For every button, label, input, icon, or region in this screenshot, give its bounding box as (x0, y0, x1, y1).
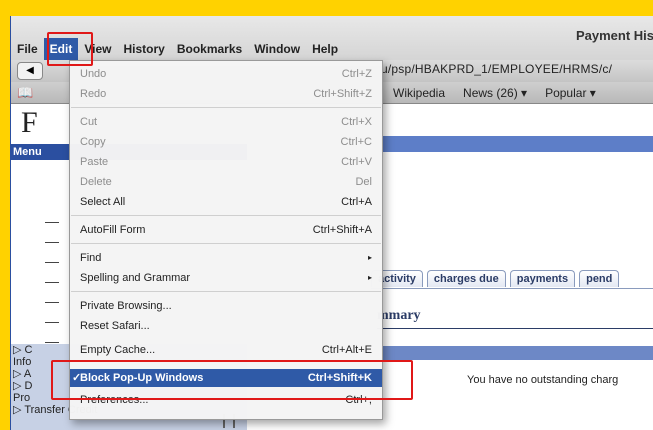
menu-item-find[interactable]: Find ▸ (70, 249, 382, 267)
menu-item-shortcut: Ctrl+C (340, 136, 372, 148)
tab-underline (371, 288, 653, 289)
menu-item-shortcut: Ctrl+Shift+Z (313, 88, 372, 100)
nav-tree-dash (45, 322, 59, 323)
menu-item-undo[interactable]: Undo Ctrl+Z (70, 65, 382, 83)
nav-tree-dash (45, 242, 59, 243)
submenu-arrow-icon: ▸ (367, 253, 372, 262)
window-title: Payment His (575, 28, 653, 43)
menu-item-paste[interactable]: Paste Ctrl+V (70, 153, 382, 171)
menu-file[interactable]: File (11, 38, 44, 60)
menu-item-label: Find (80, 252, 102, 264)
menu-items: File Edit View History Bookmarks Window … (11, 38, 344, 60)
tab-payments[interactable]: payments (509, 270, 576, 287)
menu-item-copy[interactable]: Copy Ctrl+C (70, 133, 382, 151)
tab-strip: activity charges due payments pend (371, 270, 620, 287)
menu-item-label: Reset Safari... (80, 320, 150, 332)
menu-item-preferences[interactable]: Preferences... Ctrl+, (70, 391, 382, 409)
bookmarks-book-icon[interactable]: 📖 (17, 85, 33, 101)
menu-item-shortcut: Ctrl+Alt+E (321, 344, 372, 356)
menu-item-label: Empty Cache... (80, 344, 156, 356)
submenu-arrow-icon: ▸ (367, 273, 372, 282)
nav-tree-dash (45, 262, 59, 263)
menu-help[interactable]: Help (306, 38, 344, 60)
menu-item-shortcut: Ctrl+Shift+A (312, 224, 372, 236)
summary-divider (377, 328, 653, 329)
menu-item-private-browsing[interactable]: Private Browsing... (70, 297, 382, 315)
menu-separator (71, 243, 381, 244)
nav-tree-dash (45, 222, 59, 223)
bookmark-list: Wikipedia News (26) ▾ Popular ▾ (393, 86, 596, 100)
menu-item-spelling-grammar[interactable]: Spelling and Grammar ▸ (70, 269, 382, 287)
menu-edit[interactable]: Edit (43, 38, 79, 60)
menu-item-shortcut: Ctrl+Z (341, 68, 372, 80)
menu-item-shortcut: Ctrl+Shift+K (307, 372, 372, 384)
menu-item-cut[interactable]: Cut Ctrl+X (70, 113, 382, 131)
menu-item-label: Delete (80, 176, 112, 188)
menu-item-block-popups[interactable]: ✓ Block Pop-Up Windows Ctrl+Shift+K (70, 369, 382, 387)
menu-item-label: Private Browsing... (80, 300, 172, 312)
back-button[interactable]: ◀ (17, 62, 43, 80)
nav-tree-dash (45, 282, 59, 283)
bookmark-popular[interactable]: Popular ▾ (545, 86, 596, 100)
menu-item-select-all[interactable]: Select All Ctrl+A (70, 193, 382, 211)
summary-title: mmary (377, 308, 421, 323)
edit-dropdown-menu: Undo Ctrl+Z Redo Ctrl+Shift+Z Cut Ctrl+X… (69, 60, 383, 420)
tab-pending[interactable]: pend (579, 270, 620, 287)
browser-window: Payment His File Edit View History Bookm… (10, 16, 653, 430)
menu-item-redo[interactable]: Redo Ctrl+Shift+Z (70, 85, 382, 103)
menu-separator (71, 291, 381, 292)
menu-item-delete[interactable]: Delete Del (70, 173, 382, 191)
bookmark-news[interactable]: News (26) ▾ (463, 86, 527, 100)
menu-item-autofill-form[interactable]: AutoFill Form Ctrl+Shift+A (70, 221, 382, 239)
menu-item-shortcut: Ctrl+X (341, 116, 372, 128)
nav-tree-dash (45, 342, 59, 343)
menu-item-label: Undo (80, 68, 107, 80)
menu-bookmarks[interactable]: Bookmarks (171, 38, 248, 60)
menu-item-label: Select All (80, 196, 126, 208)
menu-item-label: Redo (80, 88, 107, 100)
menu-separator (71, 215, 381, 216)
menu-item-reset-safari[interactable]: Reset Safari... (70, 317, 382, 335)
menu-item-empty-cache[interactable]: Empty Cache... Ctrl+Alt+E (70, 341, 382, 359)
menu-item-shortcut: Del (355, 176, 372, 188)
menu-item-label: Preferences... (80, 394, 149, 406)
tab-charges-due[interactable]: charges due (426, 270, 506, 287)
menu-separator (71, 107, 381, 108)
nav-tree-dash (45, 302, 59, 303)
menu-item-shortcut: Ctrl+A (341, 196, 372, 208)
header-band (381, 136, 653, 152)
menu-item-label: Cut (80, 116, 98, 128)
bookmark-wikipedia[interactable]: Wikipedia (393, 86, 445, 100)
screenshot-frame: Payment His File Edit View History Bookm… (4, 4, 653, 430)
menu-item-shortcut: Ctrl+V (341, 156, 372, 168)
page-heading-letter: F (21, 106, 38, 139)
menu-view[interactable]: View (78, 38, 117, 60)
address-bar[interactable]: u/psp/HBAKPRD_1/EMPLOYEE/HRMS/c/ (381, 62, 612, 76)
menu-history[interactable]: History (117, 38, 170, 60)
menu-item-label: Paste (80, 156, 109, 168)
menu-item-label: Spelling and Grammar (80, 272, 191, 284)
no-charges-message: You have no outstanding charg (467, 374, 619, 386)
menu-item-label: Copy (80, 136, 106, 148)
menu-item-label: Block Pop-Up Windows (80, 372, 204, 384)
menu-item-label: AutoFill Form (80, 224, 146, 236)
grid-header-band (381, 346, 653, 360)
menu-window[interactable]: Window (248, 38, 306, 60)
menu-item-shortcut: Ctrl+, (345, 394, 372, 406)
